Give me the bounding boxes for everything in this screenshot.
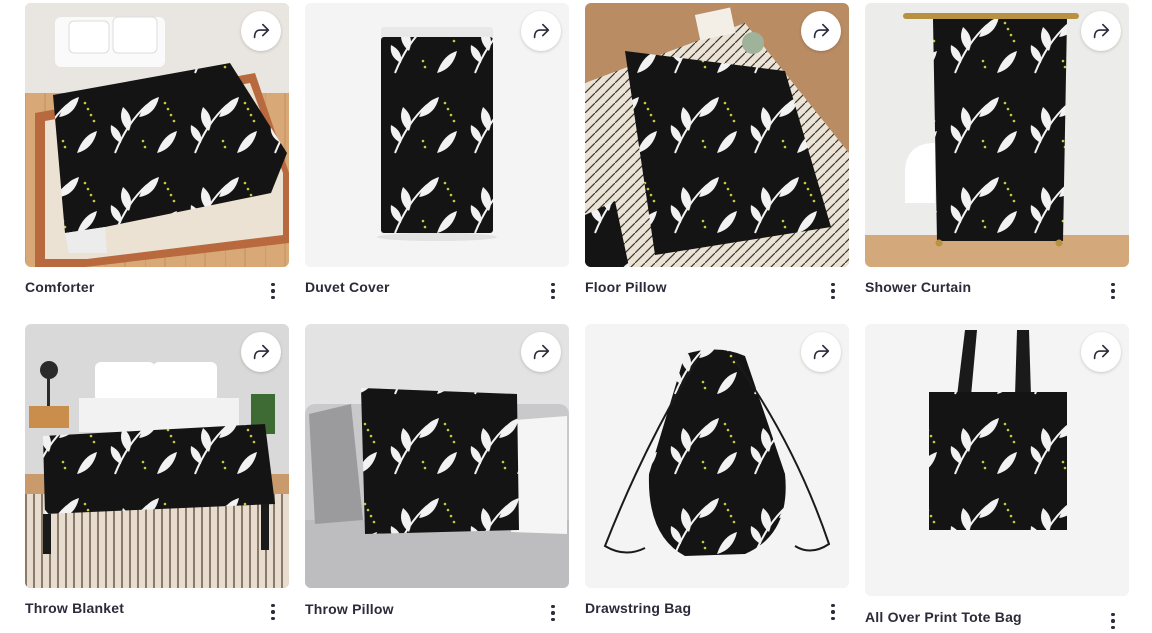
product-name[interactable]: Drawstring Bag — [585, 600, 691, 616]
share-button[interactable] — [521, 11, 561, 51]
more-vertical-icon[interactable] — [821, 600, 845, 624]
more-vertical-icon[interactable] — [261, 279, 285, 303]
share-button[interactable] — [1081, 332, 1121, 372]
share-button[interactable] — [801, 11, 841, 51]
product-image-drawstring-bag[interactable] — [585, 324, 849, 588]
share-arrow-icon — [813, 344, 830, 360]
product-image-comforter[interactable] — [25, 3, 289, 267]
share-arrow-icon — [1093, 344, 1110, 360]
more-vertical-icon[interactable] — [261, 600, 285, 624]
share-button[interactable] — [1081, 11, 1121, 51]
product-image-shower-curtain[interactable] — [865, 3, 1129, 267]
more-vertical-icon[interactable] — [541, 279, 565, 303]
share-button[interactable] — [521, 332, 561, 372]
product-name[interactable]: Throw Blanket — [25, 600, 124, 616]
share-button[interactable] — [241, 332, 281, 372]
product-name[interactable]: Floor Pillow — [585, 279, 667, 295]
product-image-floor-pillow[interactable] — [585, 3, 849, 267]
product-image-throw-pillow[interactable] — [305, 324, 569, 588]
share-arrow-icon — [253, 344, 270, 360]
product-name[interactable]: Throw Pillow — [305, 601, 394, 617]
share-arrow-icon — [813, 23, 830, 39]
product-image-duvet-cover[interactable] — [305, 3, 569, 267]
product-image-tote-bag[interactable] — [865, 324, 1129, 596]
share-arrow-icon — [533, 344, 550, 360]
more-vertical-icon[interactable] — [541, 601, 565, 625]
share-arrow-icon — [1093, 23, 1110, 39]
product-name[interactable]: All Over Print Tote Bag — [865, 609, 1022, 625]
share-arrow-icon — [253, 23, 270, 39]
product-image-throw-blanket[interactable] — [25, 324, 289, 588]
more-vertical-icon[interactable] — [821, 279, 845, 303]
product-name[interactable]: Duvet Cover — [305, 279, 390, 295]
share-button[interactable] — [801, 332, 841, 372]
share-arrow-icon — [533, 23, 550, 39]
share-button[interactable] — [241, 11, 281, 51]
more-vertical-icon[interactable] — [1101, 609, 1125, 633]
product-name[interactable]: Shower Curtain — [865, 279, 971, 295]
product-name[interactable]: Comforter — [25, 279, 94, 295]
more-vertical-icon[interactable] — [1101, 279, 1125, 303]
